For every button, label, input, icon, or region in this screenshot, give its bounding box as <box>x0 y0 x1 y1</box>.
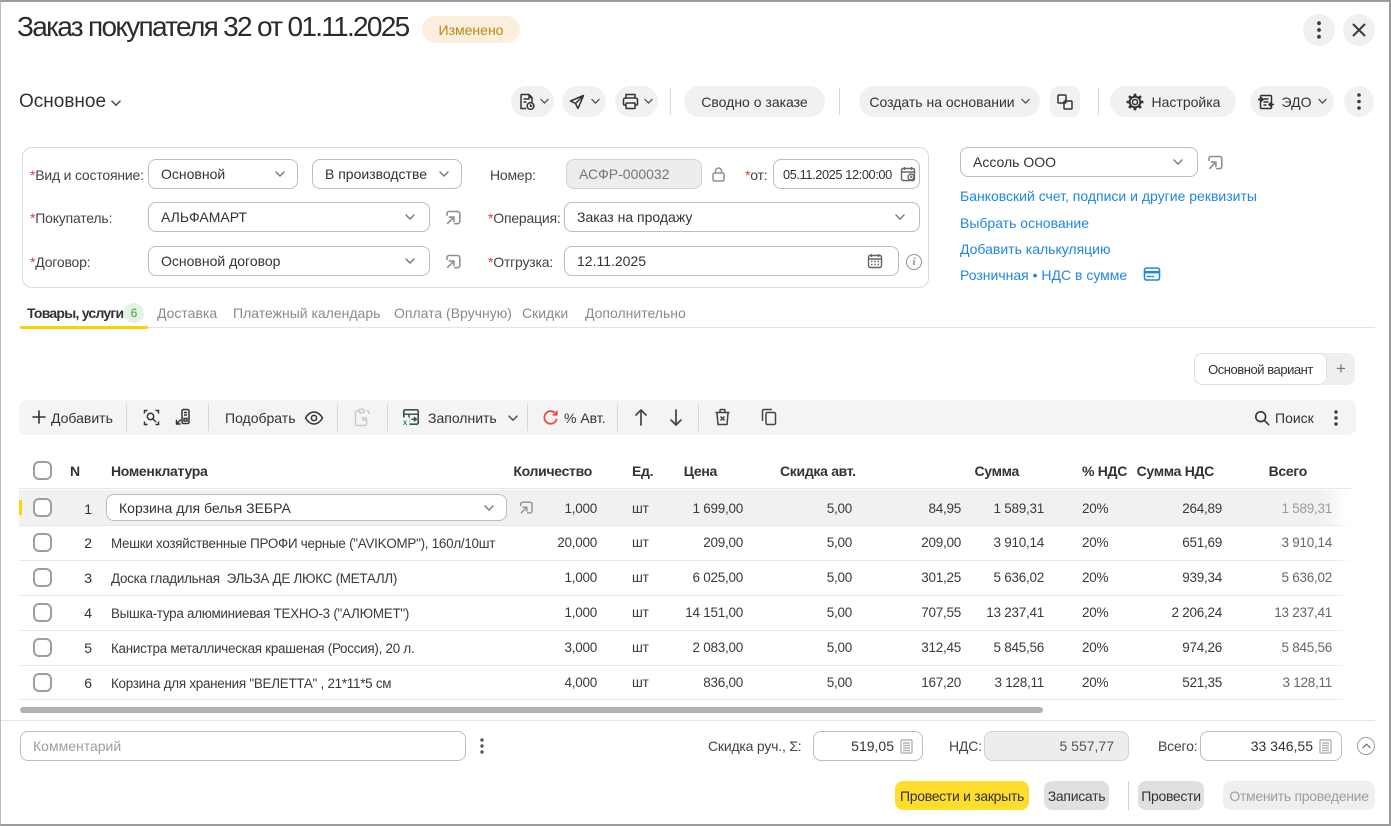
svg-text:x: x <box>403 417 408 426</box>
